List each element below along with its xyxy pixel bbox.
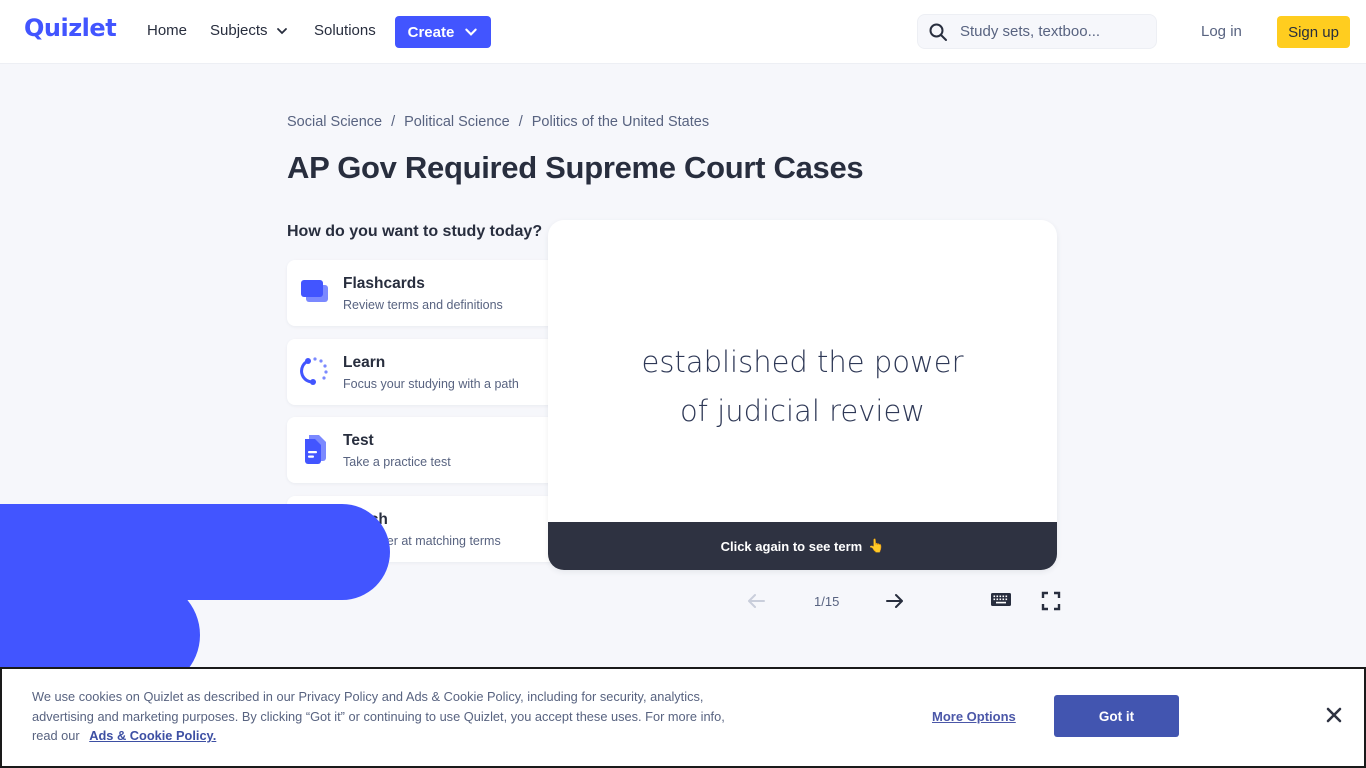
mode-subtitle: Take a practice test: [343, 455, 451, 469]
mode-subtitle: Review terms and definitions: [343, 298, 503, 312]
flashcard-flip-hint: Click again to see term 👆: [548, 522, 1057, 570]
breadcrumb: Social Science / Political Science / Pol…: [287, 114, 709, 130]
nav-home-label: Home: [147, 22, 188, 39]
breadcrumb-politics-us[interactable]: Politics of the United States: [532, 114, 709, 130]
close-icon[interactable]: [1325, 706, 1343, 724]
create-label: Create: [407, 23, 455, 41]
quizlet-logo[interactable]: Quizlet: [24, 14, 117, 42]
flashcard[interactable]: established the power of judicial review…: [548, 220, 1057, 570]
nav-subjects-label: Subjects: [210, 22, 268, 39]
study-prompt: How do you want to study today?: [287, 223, 543, 240]
decorative-blob: [0, 504, 390, 600]
breadcrumb-political-science[interactable]: Political Science: [404, 114, 510, 130]
more-options-link[interactable]: More Options: [932, 709, 1016, 724]
mode-flashcards[interactable]: Flashcards Review terms and definitions: [287, 260, 567, 326]
breadcrumb-separator: /: [518, 114, 523, 130]
fullscreen-icon[interactable]: [1041, 591, 1061, 611]
top-navigation-bar: Quizlet Home Subjects Solutions Create L…: [0, 0, 1366, 64]
search-icon: [929, 23, 947, 41]
test-icon: [305, 435, 326, 464]
flip-hint-text: Click again to see term: [720, 538, 863, 554]
nav-solutions-label: Solutions: [314, 22, 376, 39]
card-counter: 1/15: [814, 594, 840, 609]
got-it-button[interactable]: Got it: [1054, 695, 1179, 737]
mode-title: Learn: [343, 354, 386, 371]
login-link[interactable]: Log in: [1201, 23, 1242, 40]
chevron-down-icon: [276, 27, 287, 34]
breadcrumb-separator: /: [391, 114, 396, 130]
learn-icon: [300, 357, 328, 385]
signup-button[interactable]: Sign up: [1277, 16, 1350, 48]
ads-cookie-policy-link[interactable]: Ads & Cookie Policy.: [89, 728, 216, 743]
keyboard-shortcuts-icon[interactable]: [990, 591, 1012, 609]
cookie-text-block: We use cookies on Quizlet as described i…: [32, 687, 732, 746]
mode-title: Flashcards: [343, 275, 425, 292]
nav-home-link[interactable]: Home: [147, 22, 187, 39]
previous-card-arrow-icon[interactable]: [745, 590, 767, 612]
cookie-banner: We use cookies on Quizlet as described i…: [0, 667, 1366, 768]
next-card-arrow-icon[interactable]: [884, 590, 906, 612]
nav-subjects-dropdown[interactable]: Subjects: [210, 22, 288, 39]
search-box[interactable]: [917, 14, 1157, 49]
mode-test[interactable]: Test Take a practice test: [287, 417, 567, 483]
breadcrumb-social-science[interactable]: Social Science: [287, 114, 382, 130]
mode-learn[interactable]: Learn Focus your studying with a path: [287, 339, 567, 405]
mode-title: Test: [343, 432, 374, 449]
create-button[interactable]: Create: [395, 16, 491, 48]
mode-subtitle: Focus your studying with a path: [343, 377, 519, 391]
nav-solutions-link[interactable]: Solutions: [314, 22, 376, 39]
flashcards-icon: [301, 280, 328, 302]
pointing-hand-icon: 👆: [868, 538, 885, 553]
search-input[interactable]: [960, 23, 1140, 40]
flashcard-definition: established the power of judicial review: [641, 345, 964, 428]
page-title: AP Gov Required Supreme Court Cases: [287, 150, 864, 185]
chevron-down-icon: [465, 28, 478, 36]
